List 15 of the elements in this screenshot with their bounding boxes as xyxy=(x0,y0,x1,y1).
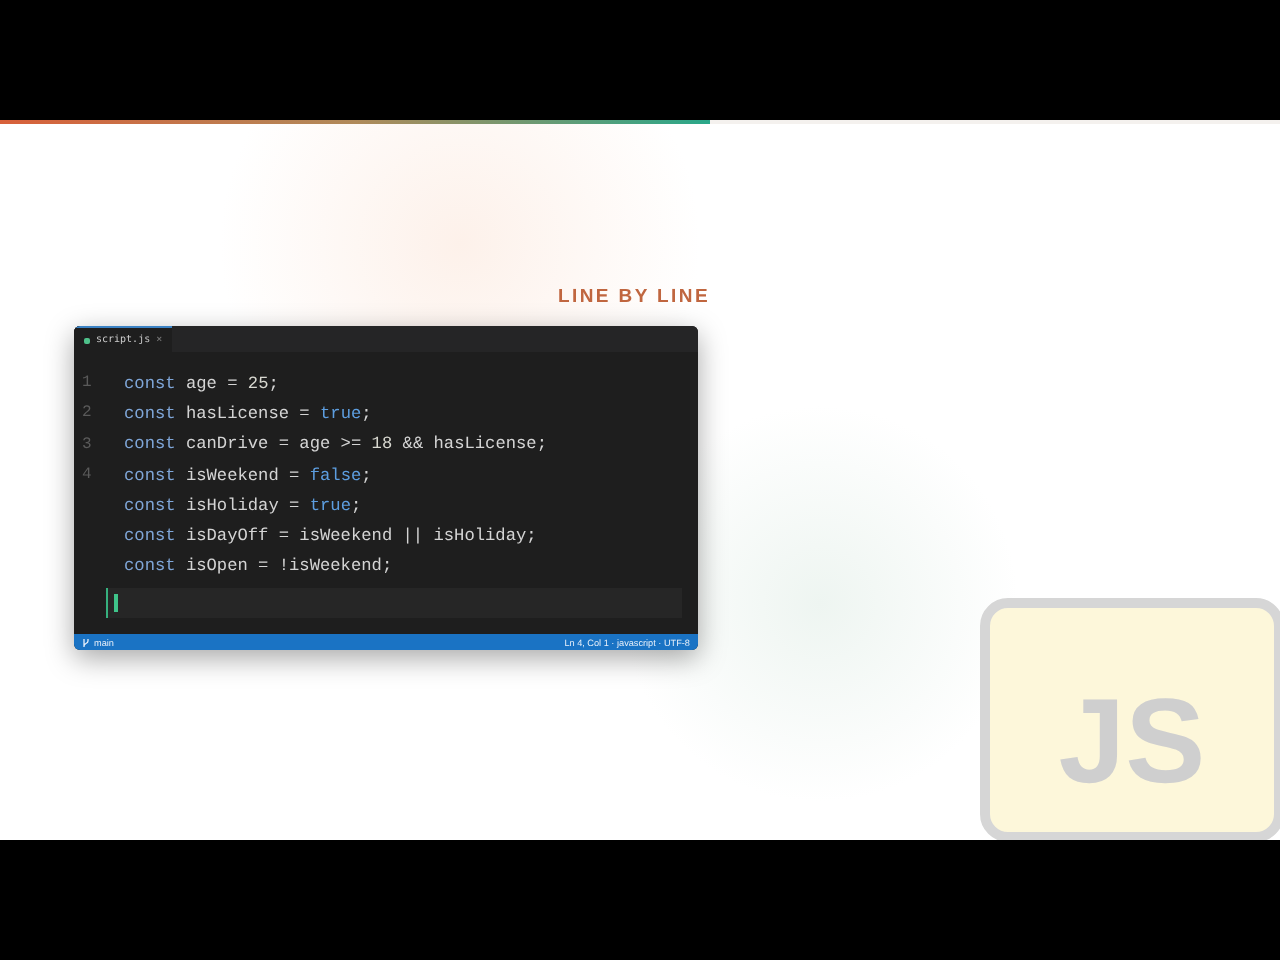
code-line: const isWeekend = false; xyxy=(124,465,372,486)
code-line: const hasLicense = true; xyxy=(124,403,372,424)
code-line: const isDayOff = isWeekend || isHoliday; xyxy=(124,526,537,547)
code-line: const canDrive = age >= 18 && hasLicense; xyxy=(124,434,547,455)
line-number: 3 xyxy=(80,435,94,454)
code-line: const age = 25; xyxy=(124,373,279,394)
code-line: const isOpen = !isWeekend; xyxy=(124,556,393,577)
line-number: 1 xyxy=(80,374,94,393)
file-icon xyxy=(84,337,90,343)
line-number: 4 xyxy=(80,466,94,485)
line-number: 2 xyxy=(80,404,94,423)
branch-icon xyxy=(82,637,90,648)
text-cursor xyxy=(114,594,118,613)
section-title: LINE BY LINE xyxy=(558,286,710,308)
code-line: const isHoliday = true; xyxy=(124,495,362,516)
